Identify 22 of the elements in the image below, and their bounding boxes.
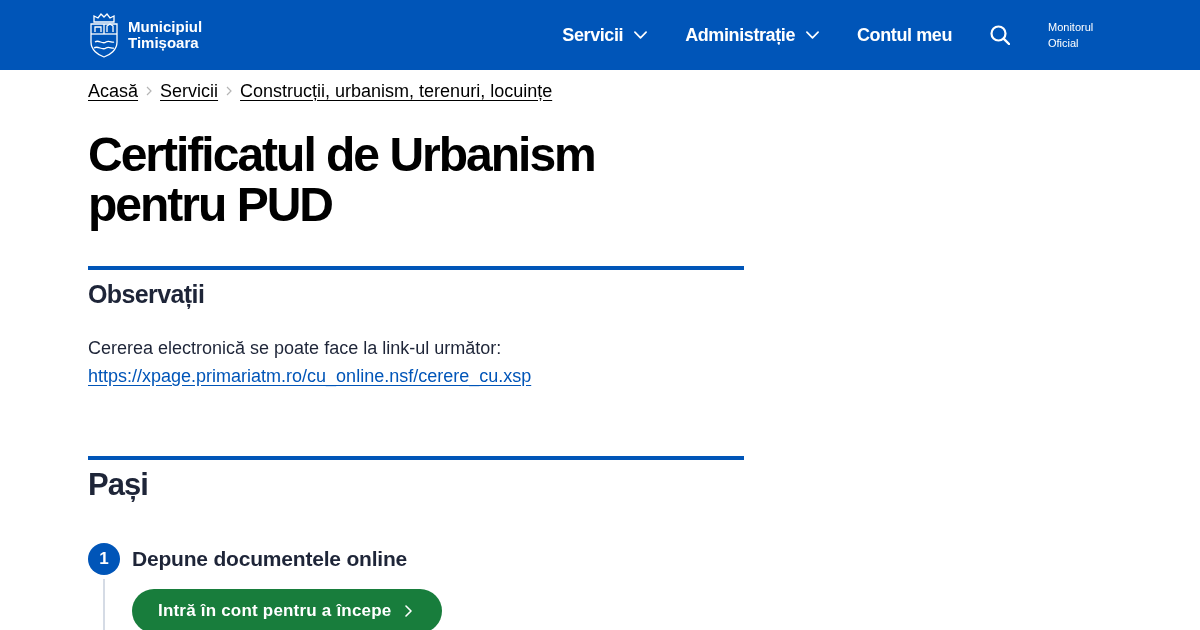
coat-of-arms-icon (88, 12, 120, 58)
request-link[interactable]: https://xpage.primariatm.ro/cu_online.nsf/cerere_cu.xsp (88, 366, 532, 386)
login-button[interactable]: Intră în cont pentru a începe (132, 589, 443, 630)
search-button[interactable] (990, 25, 1010, 45)
section-heading: Pași (88, 469, 149, 501)
chevron-right-icon (146, 86, 153, 96)
chevron-right-icon (405, 605, 413, 617)
paragraph: Cererea electronică se poate face la link-ul următor: (88, 337, 503, 360)
chevron-right-icon (226, 86, 233, 96)
nav-link[interactable]: Administrație (685, 24, 819, 46)
step-number: 1 (88, 543, 120, 575)
step-title: Depune documentele online (132, 547, 408, 571)
nav-link[interactable]: Servicii (562, 24, 648, 46)
page-title: Certificatul de Urbanism pentru PUD (88, 130, 596, 230)
nav-link[interactable]: Contul meu (857, 24, 952, 46)
monitor-oficial-link[interactable]: Monitorul Oficial (1048, 19, 1112, 51)
breadcrumb-link[interactable]: Acasă (88, 79, 139, 103)
breadcrumb-link[interactable]: Servicii (160, 79, 219, 103)
search-icon (990, 25, 1010, 45)
logo-link[interactable]: Municipiul Timișoara (88, 12, 203, 58)
section-heading: Observații (88, 281, 206, 307)
breadcrumb-link[interactable]: Construcții, urbanism, terenuri, locuințe (240, 79, 553, 103)
